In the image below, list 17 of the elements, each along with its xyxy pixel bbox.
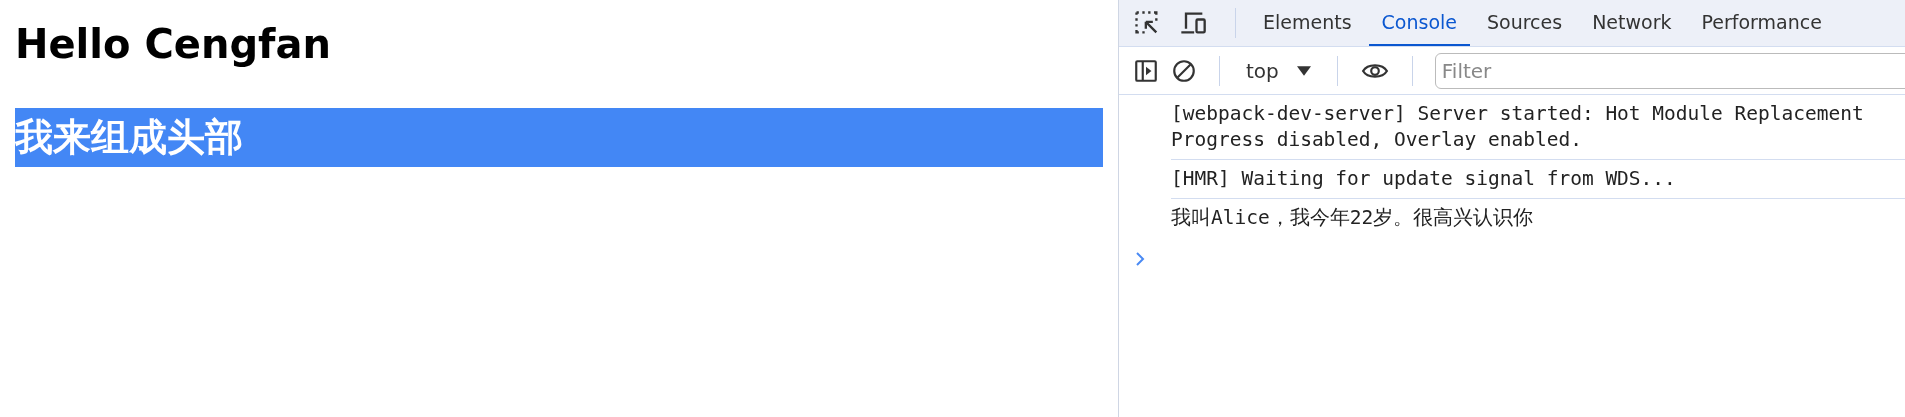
prompt-chevron-icon[interactable] [1135,251,1145,267]
console-message: 我叫Alice，我今年22岁。很高兴认识你 [1171,205,1535,231]
devtools-tab[interactable]: Performance [1688,0,1835,46]
clear-icon[interactable] [1171,57,1197,84]
sidebar-toggle-icon[interactable] [1133,57,1159,84]
caret-icon [1296,65,1311,76]
devtools-tab[interactable]: Network [1579,0,1685,46]
context-dropdown[interactable]: top [1242,58,1315,83]
header-bar: 我来组成头部 [15,108,1103,167]
filter-field[interactable]: Filter [1434,52,1905,89]
console-message: [webpack-dev-server] Server started: Hot Module Replacement Progress disabled, Overlay enabled. [1171,95,1905,160]
devtools-tab[interactable]: Console [1368,0,1470,46]
devtools-tab[interactable]: Sources [1474,0,1576,46]
page-heading: Hello Cengfan [15,20,332,69]
inspect-icon[interactable] [1133,9,1161,37]
devtools-tab[interactable]: Elements [1250,0,1365,46]
console-message: [HMR] Waiting for update signal from WDS... [1171,160,1905,199]
